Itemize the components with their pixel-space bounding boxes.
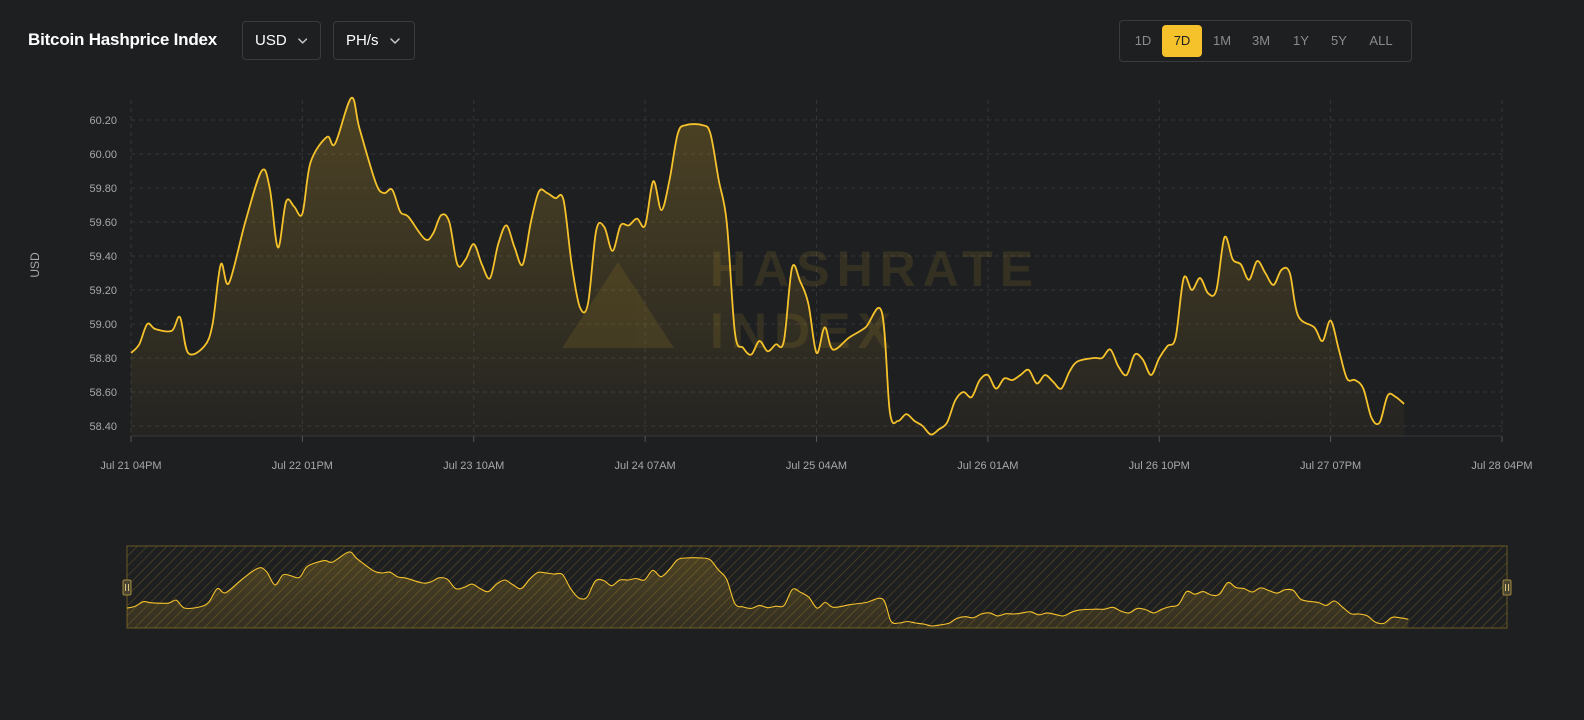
x-tick-label: Jul 24 07AM xyxy=(615,460,676,472)
x-tick-label: Jul 26 01AM xyxy=(957,460,1018,472)
y-tick-label: 58.40 xyxy=(89,421,117,433)
x-tick-label: Jul 21 04PM xyxy=(100,460,161,472)
y-tick-label: 59.00 xyxy=(89,319,117,331)
y-tick-label: 59.80 xyxy=(89,183,117,195)
handle-grip xyxy=(122,579,132,596)
y-tick-label: 60.20 xyxy=(89,115,117,127)
range-navigator[interactable] xyxy=(122,545,1512,629)
x-tick-label: Jul 26 10PM xyxy=(1129,460,1190,472)
navigator-right-handle[interactable] xyxy=(1502,579,1512,596)
x-tick-label: Jul 27 07PM xyxy=(1300,460,1361,472)
x-tick-label: Jul 25 04AM xyxy=(786,460,847,472)
y-tick-label: 58.60 xyxy=(89,387,117,399)
x-tick-label: Jul 22 01PM xyxy=(272,460,333,472)
x-tick-label: Jul 28 04PM xyxy=(1471,460,1532,472)
y-tick-label: 60.00 xyxy=(89,149,117,161)
y-tick-label: 59.20 xyxy=(89,285,117,297)
handle-grip xyxy=(1502,579,1512,596)
hashprice-chart[interactable]: HASHRATE INDEX 60.2060.0059.8059.6059.40… xyxy=(0,0,1584,720)
y-tick-label: 59.40 xyxy=(89,251,117,263)
navigator-left-handle[interactable] xyxy=(122,579,132,596)
watermark-line-1: HASHRATE xyxy=(710,241,1040,297)
y-tick-label: 58.80 xyxy=(89,353,117,365)
y-tick-label: 59.60 xyxy=(89,217,117,229)
x-tick-label: Jul 23 10AM xyxy=(443,460,504,472)
